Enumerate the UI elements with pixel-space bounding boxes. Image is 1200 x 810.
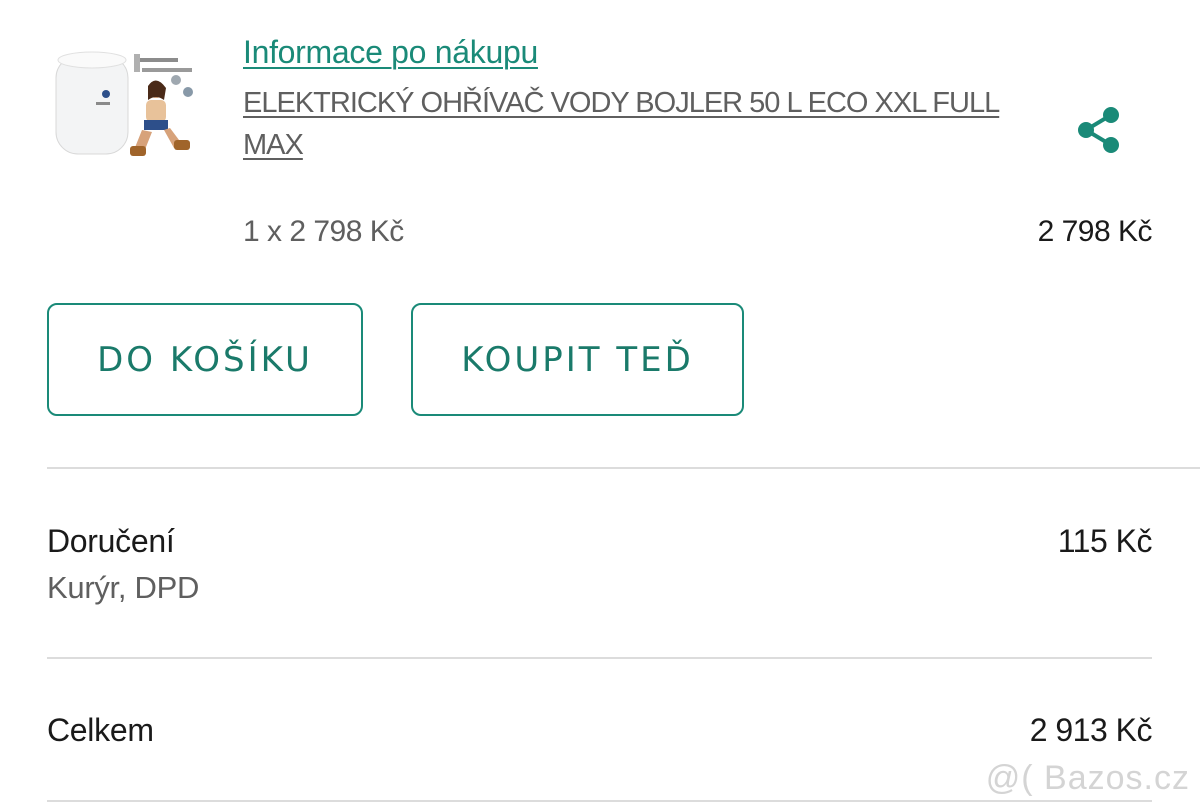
share-icon[interactable]: [1068, 100, 1128, 160]
line-total-price: 2 798 Kč: [1037, 215, 1153, 248]
bazos-watermark: @( Bazos.cz: [985, 759, 1190, 797]
section-divider: [47, 467, 1200, 469]
section-divider: [47, 800, 1152, 802]
section-divider: [47, 657, 1152, 659]
water-heater-image: [50, 48, 198, 160]
buy-now-button[interactable]: KOUPIT TEĎ: [411, 303, 744, 416]
delivery-method: Kurýr, DPD: [47, 570, 200, 605]
product-name-link[interactable]: ELEKTRICKÝ OHŘÍVAČ VODY BOJLER 50 L ECO …: [243, 82, 1013, 166]
delivery-price: 115 Kč: [1057, 523, 1153, 559]
total-price: 2 913 Kč: [1029, 712, 1153, 748]
product-thumbnail[interactable]: [50, 48, 198, 160]
add-to-cart-button[interactable]: DO KOŠÍKU: [47, 303, 363, 416]
quantity-unit-price: 1 x 2 798 Kč: [243, 215, 404, 248]
total-label: Celkem: [47, 712, 154, 748]
purchase-info-link[interactable]: Informace po nákupu: [243, 34, 538, 71]
delivery-label: Doručení: [47, 523, 175, 559]
